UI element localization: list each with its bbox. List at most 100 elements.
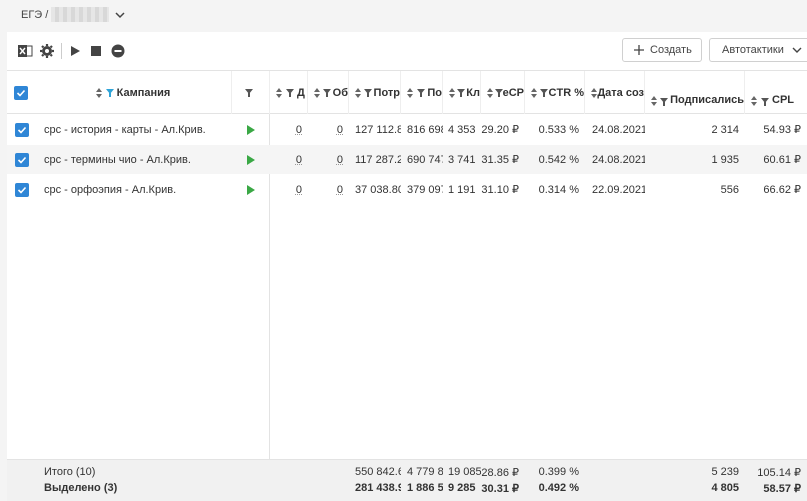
column-header-date[interactable]: Дата соз xyxy=(585,71,645,114)
checkbox[interactable] xyxy=(14,85,28,100)
filter-icon[interactable] xyxy=(322,88,331,97)
play-icon[interactable] xyxy=(247,175,261,204)
cell-po: 690 747 xyxy=(407,153,443,166)
filter-icon[interactable] xyxy=(105,88,114,97)
cell-d-value[interactable]: 0 xyxy=(296,124,302,136)
play-icon[interactable] xyxy=(247,115,261,144)
cell-po: 816 698 xyxy=(407,123,443,136)
column-header-status-filter[interactable] xyxy=(232,71,270,114)
selected-kl: 9 285 xyxy=(448,482,476,494)
cell-ob[interactable]: 0 xyxy=(308,115,349,144)
table-row[interactable]: cpc - термины чио - Ал.Крив. 0 0 117 287… xyxy=(7,145,807,174)
selected-subscribed: 4 805 xyxy=(711,482,739,494)
selected-po: 1 886 5 xyxy=(407,482,443,494)
gear-icon[interactable] xyxy=(39,43,55,59)
sort-icon[interactable] xyxy=(487,87,493,98)
excel-export-icon[interactable] xyxy=(17,43,33,59)
filter-icon[interactable] xyxy=(286,88,294,97)
column-label-d: Д xyxy=(297,86,305,99)
cell-d[interactable]: 0 xyxy=(270,175,308,204)
filter-icon[interactable] xyxy=(539,88,548,97)
column-header-cpl[interactable]: CPL xyxy=(745,71,807,114)
cell-ctr: 0.542 % xyxy=(538,153,579,166)
column-header-po[interactable]: По xyxy=(401,71,443,114)
campaign-name[interactable]: cpc - орфоэпия - Ал.Крив. xyxy=(44,175,232,204)
row-checkbox[interactable] xyxy=(15,145,35,174)
selected-row: Выделено (3) 281 438.9 1 886 5 9 285 30.… xyxy=(7,480,807,496)
cell-d[interactable]: 0 xyxy=(270,115,308,144)
table-row[interactable]: cpc - история - карты - Ал.Крив. 0 0 127… xyxy=(7,115,807,144)
sort-icon[interactable] xyxy=(591,87,598,98)
totals-row: Итого (10) 550 842.6 4 779 8 19 085 28.8… xyxy=(7,464,807,480)
cell-d-value[interactable]: 0 xyxy=(296,184,302,196)
sort-icon[interactable] xyxy=(651,96,658,106)
filter-icon[interactable] xyxy=(494,88,503,97)
cell-ob-value[interactable]: 0 xyxy=(337,184,343,196)
campaign-name[interactable]: cpc - история - карты - Ал.Крив. xyxy=(44,115,232,144)
play-icon[interactable] xyxy=(67,43,83,59)
check-icon xyxy=(17,126,27,134)
check-icon xyxy=(17,186,27,194)
block-icon[interactable] xyxy=(110,43,126,59)
cell-ob[interactable]: 0 xyxy=(308,145,349,174)
row-checkbox[interactable] xyxy=(15,115,35,144)
check-icon xyxy=(16,89,26,97)
column-header-potr[interactable]: Потр xyxy=(349,71,401,114)
column-header-subscribed[interactable]: Подписались xyxy=(645,71,745,114)
sort-icon[interactable] xyxy=(449,87,456,98)
campaign-panel: Создать Автотактики Кампания Д Об Потр П… xyxy=(7,32,807,501)
filter-icon[interactable] xyxy=(761,98,769,106)
selected-ctr: 0.492 % xyxy=(538,482,579,494)
cell-ob[interactable]: 0 xyxy=(308,175,349,204)
column-label-cpl: CPL xyxy=(772,94,794,106)
column-label-date: Дата соз xyxy=(597,86,644,99)
chevron-down-icon[interactable] xyxy=(114,9,126,21)
checkbox[interactable] xyxy=(15,122,29,137)
column-header-ctr[interactable]: CTR % xyxy=(525,71,585,114)
breadcrumb[interactable]: ЕГЭ / xyxy=(21,9,48,21)
filter-icon[interactable] xyxy=(457,88,466,97)
play-icon[interactable] xyxy=(247,145,261,174)
totals-label: Итого (10) xyxy=(44,466,96,478)
totals-subscribed: 5 239 xyxy=(711,466,739,478)
select-all-checkbox[interactable] xyxy=(7,71,35,114)
filter-icon[interactable] xyxy=(363,88,372,97)
campaign-name[interactable]: cpc - термины чио - Ал.Крив. xyxy=(44,145,232,174)
autotactics-dropdown[interactable]: Автотактики xyxy=(709,38,807,62)
column-label-campaign: Кампания xyxy=(116,86,171,99)
campaign-grid: Кампания Д Об Потр По Кл eCP CTR % Дата … xyxy=(7,70,807,501)
cell-d-value[interactable]: 0 xyxy=(296,154,302,166)
column-header-ob[interactable]: Об xyxy=(308,71,349,114)
create-button[interactable]: Создать xyxy=(622,38,702,62)
checkbox[interactable] xyxy=(15,152,29,167)
sort-icon[interactable] xyxy=(751,96,757,106)
sort-icon[interactable] xyxy=(407,87,413,98)
sort-icon[interactable] xyxy=(531,87,537,98)
cell-date: 22.09.2021 xyxy=(592,183,645,196)
chevron-down-icon xyxy=(792,47,802,53)
sort-icon[interactable] xyxy=(276,87,282,98)
column-header-campaign[interactable]: Кампания xyxy=(35,71,232,114)
column-header-kl[interactable]: Кл xyxy=(443,71,481,114)
column-header-ecpc[interactable]: eCP xyxy=(481,71,525,114)
sort-icon[interactable] xyxy=(314,87,320,98)
cell-ob-value[interactable]: 0 xyxy=(337,154,343,166)
filter-icon[interactable] xyxy=(245,88,253,97)
cell-d[interactable]: 0 xyxy=(270,145,308,174)
sort-icon[interactable] xyxy=(355,87,361,98)
filter-icon[interactable] xyxy=(660,98,669,106)
check-icon xyxy=(17,156,27,164)
cell-ob-value[interactable]: 0 xyxy=(337,124,343,136)
stop-icon[interactable] xyxy=(88,43,104,59)
column-header-d[interactable]: Д xyxy=(270,71,308,114)
grid-header: Кампания Д Об Потр По Кл eCP CTR % Дата … xyxy=(7,71,807,114)
table-row[interactable]: cpc - орфоэпия - Ал.Крив. 0 0 37 038.80 … xyxy=(7,175,807,204)
cell-po: 379 097 xyxy=(407,183,443,196)
selected-ecpc: 30.31 ₽ xyxy=(481,482,519,495)
sort-icon[interactable] xyxy=(95,87,102,98)
cell-ctr: 0.314 % xyxy=(538,183,579,196)
filter-icon[interactable] xyxy=(416,88,425,97)
checkbox[interactable] xyxy=(15,182,29,197)
row-checkbox[interactable] xyxy=(15,175,35,204)
cell-subscribed: 556 xyxy=(720,183,739,196)
